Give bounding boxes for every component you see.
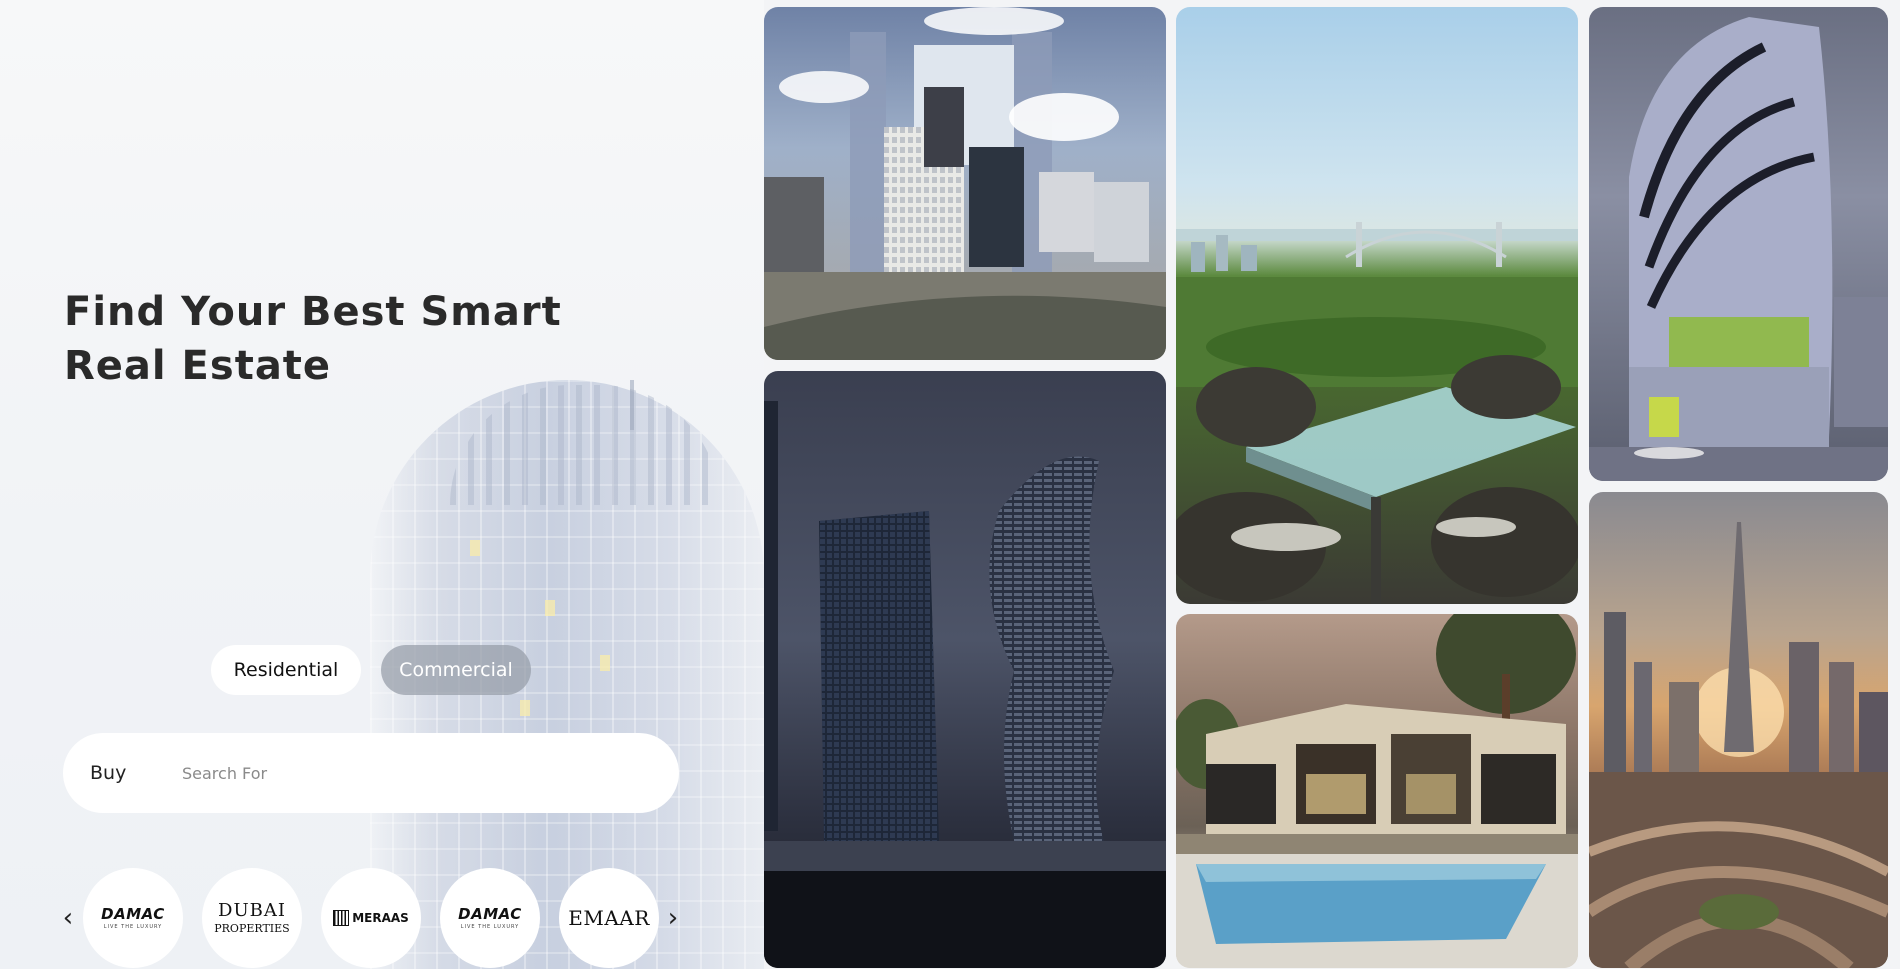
page-title-line-2: Real Estate [64, 343, 332, 389]
search-input[interactable] [180, 762, 624, 784]
developer-logo-tagline: LIVE THE LUXURY [103, 923, 163, 930]
developer-logo-text: EMAAR [568, 906, 650, 930]
hero-section: Find Your Best Smart Real Estate Residen… [0, 0, 764, 969]
city-doorway-illustration [764, 7, 1166, 360]
developer-logo-subtext: PROPERTIES [214, 921, 290, 935]
chevron-left-icon: ‹ [62, 903, 74, 933]
tower-window-light [520, 700, 530, 716]
property-photo-rooftop-terrace[interactable] [1176, 7, 1578, 604]
developers-prev-button[interactable]: ‹ [56, 900, 80, 936]
developer-logo-text: DAMAC [101, 904, 165, 923]
rooftop-terrace-illustration [1176, 222, 1578, 604]
tab-residential[interactable]: Residential [211, 645, 361, 695]
tab-commercial[interactable]: Commercial [381, 645, 531, 695]
developers-next-button[interactable]: › [661, 900, 685, 936]
villa-pool-illustration [1176, 614, 1578, 968]
property-photo-villa-pool[interactable] [1176, 614, 1578, 968]
developer-logo-dubai-properties[interactable]: DUBAI PROPERTIES [202, 868, 302, 968]
tower-window-light [600, 655, 610, 671]
chevron-right-icon: › [667, 903, 679, 933]
property-photo-twisted-towers[interactable] [764, 371, 1166, 968]
tower-window-light [470, 540, 480, 556]
developer-logo-tagline: LIVE THE LUXURY [460, 923, 520, 930]
developer-logo-damac[interactable]: DAMAC LIVE THE LUXURY [83, 868, 183, 968]
developer-logo-emaar[interactable]: EMAAR [559, 868, 659, 968]
curved-building-illustration [1589, 17, 1888, 481]
developer-logo-text: DAMAC [458, 904, 522, 923]
developer-logo-text: DUBAI [218, 899, 286, 921]
developer-logo-text: MERAAS [352, 911, 409, 925]
property-photo-curved-building[interactable] [1589, 7, 1888, 481]
search-bar: Buy [63, 733, 679, 813]
dubai-skyline-illustration [1589, 522, 1888, 968]
developer-logo-damac[interactable]: DAMAC LIVE THE LUXURY [440, 868, 540, 968]
search-type-select[interactable]: Buy [90, 762, 150, 784]
page-title-line-1: Find Your Best Smart [64, 289, 562, 335]
property-photo-dubai-skyline[interactable] [1589, 492, 1888, 968]
twisted-towers-illustration [764, 401, 1166, 968]
hero-background-tower-antenna [630, 380, 634, 430]
developer-logo-meraas[interactable]: MERAAS [321, 868, 421, 968]
tower-window-light [545, 600, 555, 616]
meraas-mark-icon [333, 910, 350, 926]
page-title: Find Your Best Smart Real Estate [64, 285, 562, 393]
property-photo-city-doorway[interactable] [764, 7, 1166, 360]
